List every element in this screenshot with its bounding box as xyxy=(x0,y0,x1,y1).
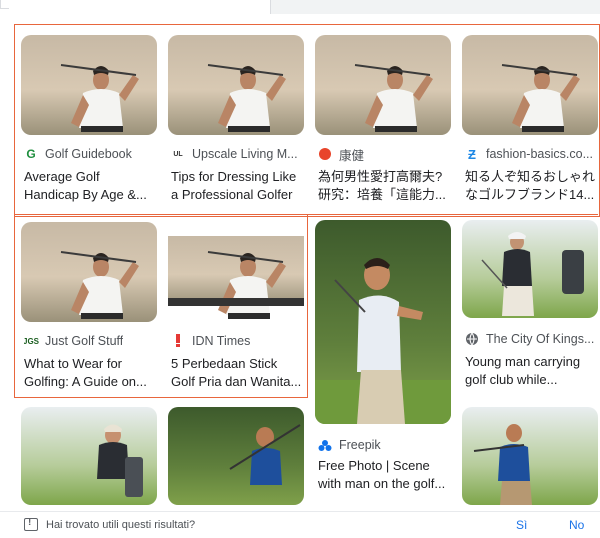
selection-outline xyxy=(305,214,598,216)
result-card[interactable] xyxy=(462,407,598,505)
result-card[interactable]: Ƶ fashion-basics.co... 知る人ぞ知るおしゃれなゴルフブラン… xyxy=(462,35,598,205)
source-name: Golf Guidebook xyxy=(45,147,132,161)
result-card[interactable]: The City Of Kings... Young man carrying … xyxy=(462,220,598,390)
result-title[interactable]: 5 Perbedaan Stick Golf Pria dan Wanita..… xyxy=(171,355,303,391)
result-source[interactable]: The City Of Kings... xyxy=(465,330,599,348)
feedback-bar: Hai trovato utili questi risultati? Sì N… xyxy=(0,511,600,538)
result-thumbnail[interactable] xyxy=(168,222,304,322)
result-thumbnail[interactable] xyxy=(21,35,157,135)
idn-times-icon xyxy=(171,334,185,348)
feedback-yes-button[interactable]: Sì xyxy=(516,518,527,532)
result-thumbnail[interactable] xyxy=(21,222,157,322)
source-name: Upscale Living M... xyxy=(192,147,298,161)
result-card[interactable] xyxy=(21,407,157,505)
source-name: fashion-basics.co... xyxy=(486,147,593,161)
result-title[interactable]: What to Wear for Golfing: A Guide on... xyxy=(24,355,154,391)
result-source[interactable]: IDN Times xyxy=(171,332,250,350)
just-golf-stuff-icon: JGS xyxy=(24,336,40,346)
result-thumbnail[interactable] xyxy=(168,407,304,505)
feedback-question: Hai trovato utili questi risultati? xyxy=(46,519,196,531)
result-source[interactable]: UL Upscale Living M... xyxy=(171,145,303,163)
top-bar-fragment xyxy=(270,0,600,14)
result-thumbnail[interactable] xyxy=(21,407,157,505)
result-thumbnail[interactable] xyxy=(168,35,304,135)
globe-icon xyxy=(465,332,479,346)
result-card[interactable]: UL Upscale Living M... Tips for Dressing… xyxy=(168,35,304,205)
source-name: Freepik xyxy=(339,438,381,452)
golf-guidebook-icon: G xyxy=(26,147,36,161)
result-thumbnail[interactable] xyxy=(462,407,598,505)
result-card[interactable]: Freepik Free Photo | Scene with man on t… xyxy=(315,220,451,492)
result-card[interactable]: IDN Times 5 Perbedaan Stick Golf Pria da… xyxy=(168,222,304,392)
result-source[interactable]: Ƶ fashion-basics.co... xyxy=(465,145,599,163)
red-dot-icon xyxy=(318,147,332,161)
result-card[interactable] xyxy=(168,407,304,505)
result-title[interactable]: Average Golf Handicap By Age &... xyxy=(24,168,156,204)
freepik-icon xyxy=(318,438,332,452)
result-source[interactable]: JGS Just Golf Stuff xyxy=(24,332,123,350)
result-title[interactable]: Tips for Dressing Like a Professional Go… xyxy=(171,168,303,204)
result-title[interactable]: 知る人ぞ知るおしゃれなゴルフブランド14... xyxy=(465,168,597,204)
result-thumbnail[interactable] xyxy=(462,220,598,318)
source-name: 康健 xyxy=(339,148,365,163)
result-title[interactable]: Young man carrying golf club while... xyxy=(465,353,597,389)
result-title[interactable]: Free Photo | Scene with man on the golf.… xyxy=(318,457,450,493)
result-source[interactable]: G Golf Guidebook xyxy=(24,145,132,163)
result-thumbnail[interactable] xyxy=(315,220,451,424)
source-name: Just Golf Stuff xyxy=(45,334,124,348)
feedback-icon xyxy=(24,517,38,531)
corner-divider xyxy=(0,0,9,9)
result-card[interactable]: 康健 為何男性愛打高爾夫?研究：培養「這能力... xyxy=(315,35,451,205)
source-name: The City Of Kings... xyxy=(486,332,595,346)
upscale-living-icon: UL xyxy=(173,150,183,158)
result-card[interactable]: JGS Just Golf Stuff What to Wear for Gol… xyxy=(21,222,157,392)
result-card[interactable]: G Golf Guidebook Average Golf Handicap B… xyxy=(21,35,157,205)
feedback-no-button[interactable]: No xyxy=(569,518,584,532)
result-thumbnail[interactable] xyxy=(462,35,598,135)
fashion-basics-icon: Ƶ xyxy=(468,146,476,162)
result-thumbnail[interactable] xyxy=(315,35,451,135)
result-source[interactable]: 康健 xyxy=(318,145,364,163)
result-source[interactable]: Freepik xyxy=(318,436,381,454)
source-name: IDN Times xyxy=(192,334,251,348)
result-title[interactable]: 為何男性愛打高爾夫?研究：培養「這能力... xyxy=(318,168,450,204)
